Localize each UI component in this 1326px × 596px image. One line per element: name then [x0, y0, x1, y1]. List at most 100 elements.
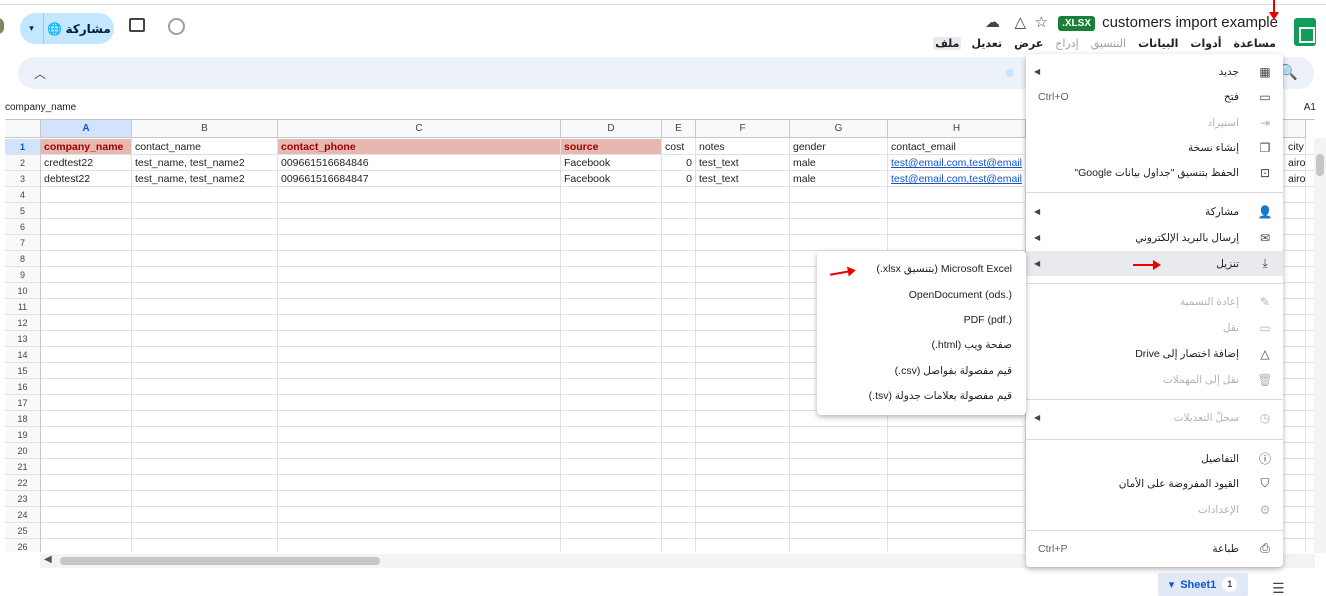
grid-cell[interactable]: gender: [790, 139, 888, 155]
row-header[interactable]: 10: [5, 283, 41, 299]
grid-cell[interactable]: Facebook: [561, 171, 662, 187]
menu-item-add-shortcut[interactable]: △ إضافة اختصار إلى Drive: [1026, 341, 1283, 366]
menu-tools[interactable]: أدوات: [1188, 37, 1223, 50]
star-icon[interactable]: ☆: [1035, 13, 1048, 31]
menu-data[interactable]: البيانات: [1136, 37, 1180, 50]
download-html[interactable]: صفحة ويب (html.): [817, 333, 1026, 358]
row-header[interactable]: 4: [5, 187, 41, 203]
grid-cell[interactable]: airo: [1285, 171, 1315, 187]
row-header[interactable]: 17: [5, 395, 41, 411]
share-button[interactable]: ▾ 🌐 مشاركة: [20, 13, 114, 44]
menu-item-email[interactable]: ✉ إرسال بالبريد الإلكتروني ◀: [1026, 225, 1283, 250]
menu-insert[interactable]: إدراج: [1053, 37, 1080, 50]
grid-cell[interactable]: contact_phone: [278, 139, 561, 155]
cloud-status-icon[interactable]: ☁: [985, 13, 1000, 31]
row-header[interactable]: 2: [5, 155, 41, 171]
grid-cell[interactable]: 0: [662, 171, 696, 187]
row-header[interactable]: 7: [5, 235, 41, 251]
grid-cell[interactable]: notes: [696, 139, 790, 155]
share-dropdown-icon[interactable]: ▾: [20, 13, 44, 44]
row-header[interactable]: 26: [5, 539, 41, 552]
row-header[interactable]: 23: [5, 491, 41, 507]
download-ods[interactable]: OpenDocument (ods.): [817, 283, 1026, 308]
menu-item-details[interactable]: ⓘ التفاصيل: [1026, 446, 1283, 471]
menu-item-settings[interactable]: ⚙ الإعدادات: [1026, 497, 1283, 522]
download-csv[interactable]: قيم مفصولة بفواصل (csv.): [817, 359, 1026, 384]
menu-item-import[interactable]: ⇥ استيراد: [1026, 110, 1283, 135]
sheets-logo-icon[interactable]: [1294, 18, 1316, 46]
grid-cell[interactable]: test@email.com,test@email: [888, 171, 1026, 187]
scroll-left-icon[interactable]: ◀: [44, 554, 52, 565]
column-header[interactable]: C: [278, 120, 561, 138]
menu-item-rename[interactable]: ✎ إعادة التسمية: [1026, 289, 1283, 314]
menu-item-version-history[interactable]: ◷ سجلّ التعديلات ◀: [1026, 405, 1283, 430]
grid-cell[interactable]: test_text: [696, 155, 790, 171]
row-header[interactable]: 13: [5, 331, 41, 347]
row-header[interactable]: 6: [5, 219, 41, 235]
all-sheets-icon[interactable]: ☰: [1272, 580, 1285, 596]
document-title[interactable]: customers import example: [1102, 14, 1278, 31]
row-header[interactable]: 9: [5, 267, 41, 283]
menu-item-new[interactable]: ▦ جديد ◀: [1026, 59, 1283, 84]
menu-item-print[interactable]: ⎙ طباعة Ctrl+P: [1026, 536, 1283, 561]
grid-cell[interactable]: credtest22: [41, 155, 132, 171]
row-header[interactable]: 3: [5, 171, 41, 187]
name-box[interactable]: company_name: [5, 102, 76, 113]
row-header[interactable]: 21: [5, 459, 41, 475]
grid-cell[interactable]: contact_name: [132, 139, 278, 155]
avatar[interactable]: [0, 18, 4, 34]
menu-format[interactable]: التنسيق: [1089, 37, 1128, 50]
row-header[interactable]: 11: [5, 299, 41, 315]
row-header[interactable]: 19: [5, 427, 41, 443]
row-header[interactable]: 24: [5, 507, 41, 523]
row-header[interactable]: 12: [5, 315, 41, 331]
menu-item-move[interactable]: ▭ نقل: [1026, 315, 1283, 340]
row-header[interactable]: 20: [5, 443, 41, 459]
menu-item-trash[interactable]: 🗑 نقل إلى المهملات: [1026, 367, 1283, 392]
menu-item-security[interactable]: ⛉ القيود المفروضة على الأمان: [1026, 471, 1283, 496]
grid-cell[interactable]: male: [790, 171, 888, 187]
grid-cell[interactable]: test_name, test_name2: [132, 171, 278, 187]
row-header[interactable]: 25: [5, 523, 41, 539]
horizontal-scroll-thumb[interactable]: [60, 557, 380, 565]
column-header[interactable]: G: [790, 120, 888, 138]
column-header[interactable]: A: [41, 120, 132, 138]
grid-cell[interactable]: 009661516684846: [278, 155, 561, 171]
column-header[interactable]: F: [696, 120, 790, 138]
sheet-tab[interactable]: ▾ Sheet1 1: [1158, 573, 1248, 596]
menu-file[interactable]: ملف: [933, 37, 962, 50]
menu-item-save-as-sheets[interactable]: ⊡ الحفظ بتنسيق "جداول بيانات Google": [1026, 160, 1283, 185]
row-header[interactable]: 16: [5, 379, 41, 395]
version-history-icon[interactable]: [168, 18, 185, 35]
row-header[interactable]: 14: [5, 347, 41, 363]
download-tsv[interactable]: قيم مفصولة بعلامات جدولة (tsv.): [817, 384, 1026, 409]
column-header[interactable]: D: [561, 120, 662, 138]
grid-cell[interactable]: source: [561, 139, 662, 155]
grid-cell[interactable]: 009661516684847: [278, 171, 561, 187]
vertical-scrollbar[interactable]: [1314, 138, 1326, 553]
row-header[interactable]: 18: [5, 411, 41, 427]
comments-icon[interactable]: [129, 18, 145, 32]
row-header[interactable]: 5: [5, 203, 41, 219]
grid-cell[interactable]: company_name: [41, 139, 132, 155]
row-header[interactable]: 22: [5, 475, 41, 491]
vertical-scroll-thumb[interactable]: [1316, 154, 1324, 176]
menu-edit[interactable]: تعديل: [969, 37, 1004, 50]
grid-cell[interactable]: Facebook: [561, 155, 662, 171]
menu-item-make-copy[interactable]: ❐ إنشاء نسخة: [1026, 135, 1283, 160]
grid-cell[interactable]: airo: [1285, 155, 1315, 171]
grid-cell[interactable]: debtest22: [41, 171, 132, 187]
grid-cell[interactable]: cost: [662, 139, 696, 155]
move-to-drive-icon[interactable]: △: [1014, 13, 1026, 31]
row-header[interactable]: 15: [5, 363, 41, 379]
grid-cell[interactable]: test_name, test_name2: [132, 155, 278, 171]
menu-item-open[interactable]: ▭ فتح Ctrl+O: [1026, 84, 1283, 109]
menu-help[interactable]: مساعدة: [1232, 37, 1279, 50]
grid-cell[interactable]: male: [790, 155, 888, 171]
select-all-corner[interactable]: [5, 120, 41, 138]
download-pdf[interactable]: PDF (pdf.): [817, 308, 1026, 333]
sheet-tab-menu-icon[interactable]: ▾: [1169, 578, 1175, 591]
column-header[interactable]: H: [888, 120, 1026, 138]
row-header[interactable]: 8: [5, 251, 41, 267]
column-header[interactable]: E: [662, 120, 696, 138]
